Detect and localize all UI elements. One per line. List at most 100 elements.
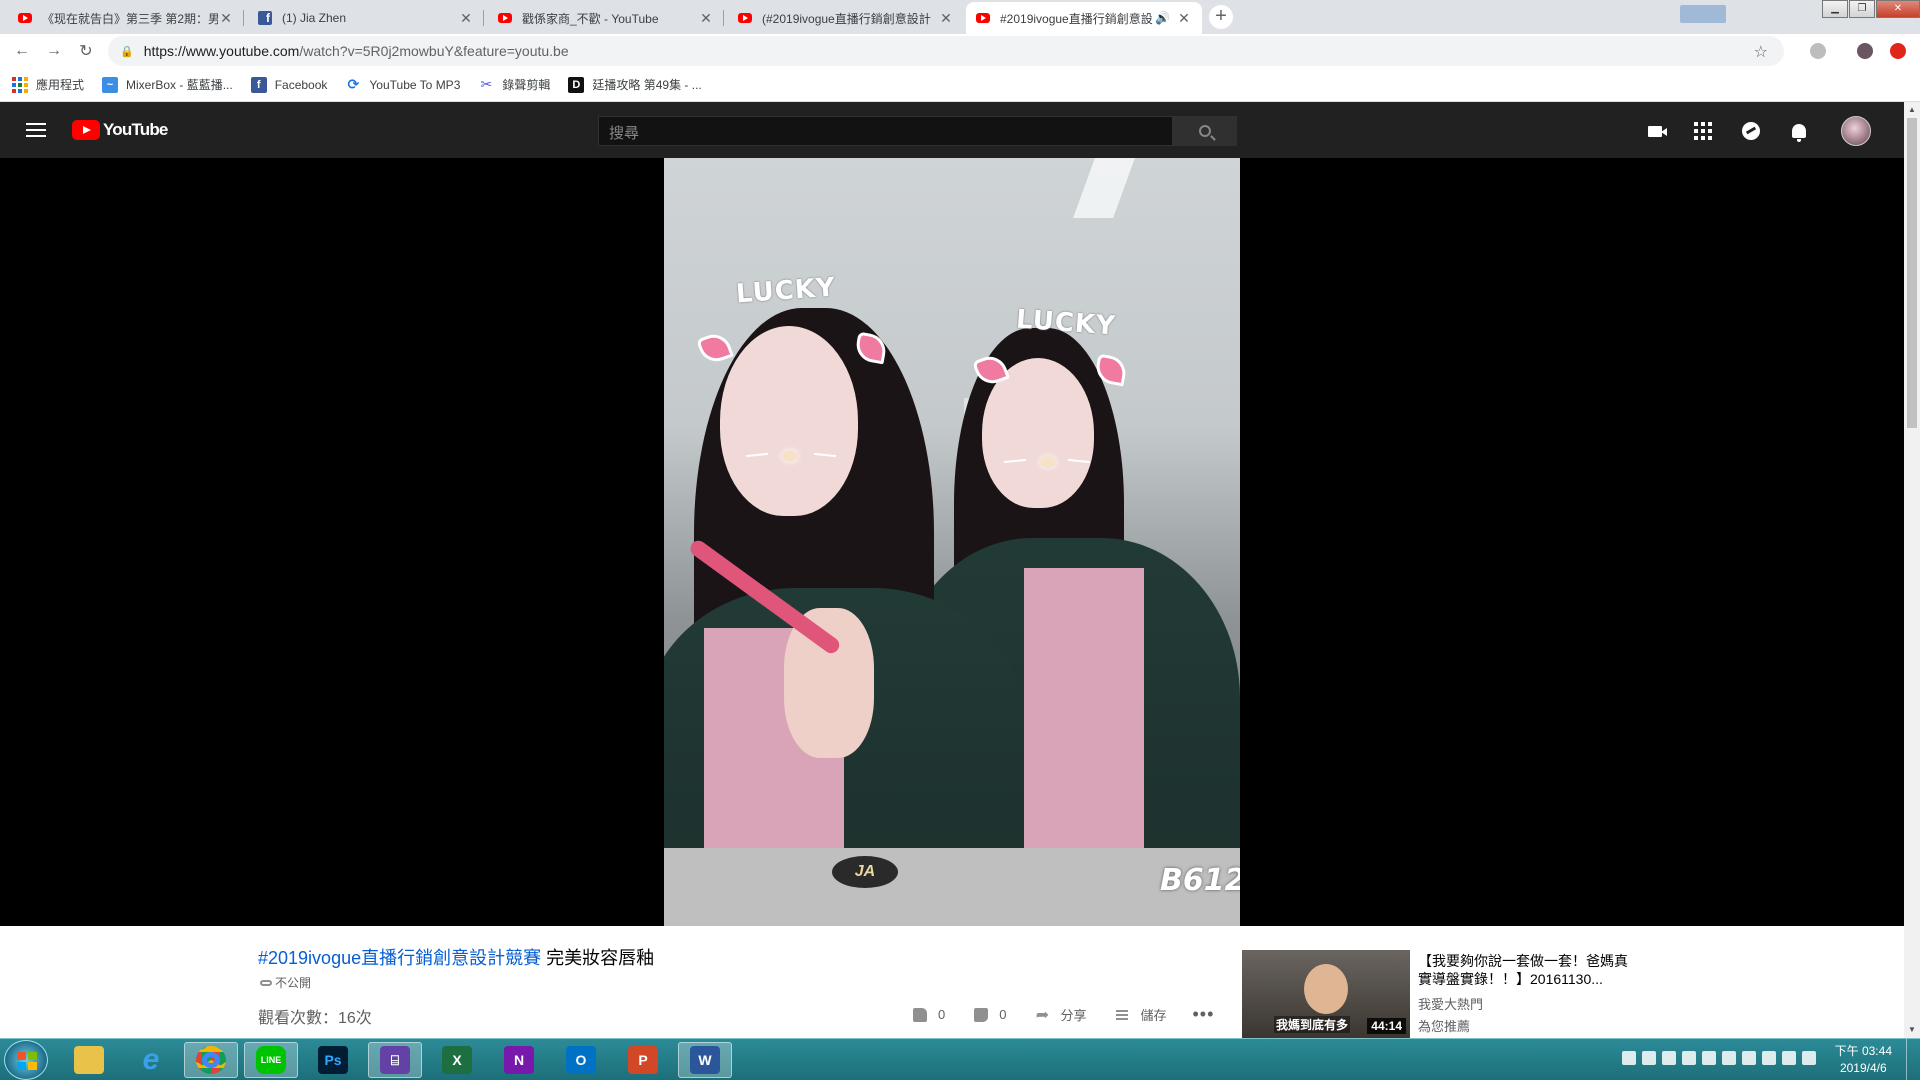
start-button[interactable] [4,1040,48,1080]
powerpoint-icon: P [628,1046,658,1074]
close-tab-icon[interactable]: ✕ [458,10,474,27]
extension-icon[interactable] [1810,43,1826,59]
close-window-button[interactable]: ✕ [1876,0,1920,18]
restore-button[interactable]: ❐ [1849,0,1875,18]
reload-button[interactable]: ↻ [70,41,102,61]
tab-4[interactable]: (#2019ivogue直播行銷創意設計 ✕ [728,2,964,34]
new-tab-button[interactable]: + [1209,5,1233,29]
tab-3[interactable]: 戳係家商_不歡 - YouTube ✕ [488,2,724,34]
search-icon [1199,125,1211,137]
taskbar-word[interactable]: W [678,1042,732,1078]
volume-icon[interactable] [1762,1051,1776,1065]
notifications-button[interactable] [1788,120,1810,142]
thumbnail-caption: 我媽到底有多 [1274,1016,1351,1033]
messages-icon [1742,122,1760,140]
tray-app-icon[interactable] [1682,1051,1696,1065]
desk [664,848,1240,926]
extension-red-icon[interactable] [1890,43,1906,59]
youtube-logo[interactable]: YouTube [72,120,168,140]
bookmark-label: Facebook [274,77,328,92]
like-button[interactable]: 0 [910,1006,945,1024]
scroll-thumb[interactable] [1907,118,1917,428]
share-button[interactable]: ➦ 分享 [1032,1005,1087,1024]
word-icon: W [690,1046,720,1074]
bookmark-mixerbox[interactable]: ~ MixerBox - 藍藍播... [102,76,233,93]
close-tab-icon[interactable]: ✕ [698,10,714,27]
search-button[interactable] [1173,116,1237,146]
tray-app-icon[interactable] [1722,1051,1736,1065]
bookmark-youtube-to-mp3[interactable]: ⟳ YouTube To MP3 [345,76,461,93]
window-controls: ▁ ❐ ✕ [1821,0,1920,20]
bookmark-episode-49[interactable]: D 廷播攻略 第49集 - ... [568,76,702,93]
address-bar[interactable]: 🔒 https://www.youtube.com/watch?v=5R0j2m… [108,36,1784,66]
account-avatar[interactable] [1841,116,1871,146]
taskbar-onenote[interactable]: N [492,1042,546,1078]
taskbar-line[interactable]: LINE [244,1042,298,1078]
taskbar-twitch[interactable]: ⌸ [368,1042,422,1078]
taskbar-internet-explorer[interactable]: e [124,1042,178,1078]
youtube-play-icon [72,120,100,140]
hashtag-link[interactable]: #2019ivogue直播行銷創意設計競賽 [258,948,541,968]
tab-2[interactable]: f (1) Jia Zhen ✕ [248,2,484,34]
jacket-label: JA [832,856,898,888]
title-text: 完美妝容唇釉 [541,948,655,968]
recommended-reason: 為您推薦 [1418,1019,1471,1034]
forward-button[interactable]: → [38,42,70,60]
more-actions-button[interactable]: ••• [1193,1004,1215,1025]
profile-chip[interactable] [1680,5,1726,23]
tab-title: 《现在就告白》第三季 第2期：男 [42,11,218,26]
dislike-button[interactable]: 0 [971,1006,1006,1024]
url-host: https://www.youtube.com [143,43,300,59]
audio-playing-icon[interactable]: 🔊 [1155,11,1170,25]
taskbar-powerpoint[interactable]: P [616,1042,670,1078]
bookmark-audio-cutter[interactable]: ✂ 錄聲剪輯 [478,76,551,93]
bookmark-apps[interactable]: 應用程式 [12,76,84,93]
apps-button[interactable] [1692,120,1714,142]
recommended-video-title[interactable]: 【我要夠你說一套做一套！爸媽真實導盤實錄！！】20161130... [1418,952,1638,988]
taskbar-photoshop[interactable]: Ps [306,1042,360,1078]
clock[interactable]: 下午 03:44 2019/4/6 [1835,1043,1892,1077]
youtube-logo-text: YouTube [103,120,168,139]
taskbar-outlook[interactable]: O [554,1042,608,1078]
back-button[interactable]: ← [6,42,38,60]
scroll-up-icon[interactable]: ▲ [1904,102,1920,118]
apps-grid-icon [1694,122,1712,140]
menu-icon[interactable] [26,123,46,137]
save-label: 儲存 [1140,1008,1167,1023]
taskbar-chrome[interactable] [184,1042,238,1078]
tray-app-icon[interactable] [1622,1051,1636,1065]
video-frame[interactable]: LUCKY LUCKY JA B612 [664,158,1240,926]
close-tab-icon[interactable]: ✕ [218,10,234,27]
scroll-down-icon[interactable]: ▼ [1904,1022,1920,1038]
flag-icon[interactable] [1782,1051,1796,1065]
help-icon[interactable] [1702,1051,1716,1065]
dislike-count: 0 [999,1007,1007,1022]
taskbar-file-explorer[interactable] [62,1042,116,1078]
page-scrollbar[interactable]: ▲ ▼ [1904,102,1920,1038]
bookmark-star-icon[interactable]: ☆ [1754,42,1768,62]
tab-5-active[interactable]: #2019ivogue直播行銷創意設 🔊 ✕ [966,2,1202,34]
cat-ear-icon [696,329,734,367]
close-tab-icon[interactable]: ✕ [1176,10,1192,27]
tray-app-icon[interactable] [1662,1051,1676,1065]
input-method-icon[interactable] [1642,1051,1656,1065]
profile-avatar-icon[interactable] [1857,43,1873,59]
taskbar-excel[interactable]: X [430,1042,484,1078]
show-desktop-button[interactable] [1906,1039,1920,1081]
system-tray [1622,1051,1816,1065]
tab-1[interactable]: 《现在就告白》第三季 第2期：男 ✕ [8,2,244,34]
bookmark-facebook[interactable]: f Facebook [250,76,328,93]
save-button[interactable]: 儲存 [1112,1005,1167,1024]
minimize-button[interactable]: ▁ [1822,0,1848,18]
recommended-video-thumbnail[interactable]: 我媽到底有多 44:14 [1242,950,1410,1038]
recommended-channel[interactable]: 我愛大熱門 [1418,994,1483,1013]
view-count: 觀看次數：16次 [258,1010,372,1027]
network-icon[interactable] [1802,1051,1816,1065]
close-tab-icon[interactable]: ✕ [938,10,954,27]
show-hidden-icons-icon[interactable] [1742,1051,1756,1065]
search-input[interactable]: 搜尋 [598,116,1173,146]
messages-button[interactable] [1740,120,1762,142]
tab-title: (#2019ivogue直播行銷創意設計 [762,11,931,26]
create-video-button[interactable] [1644,120,1667,142]
video-player[interactable]: LUCKY LUCKY JA B612 [0,158,1904,926]
